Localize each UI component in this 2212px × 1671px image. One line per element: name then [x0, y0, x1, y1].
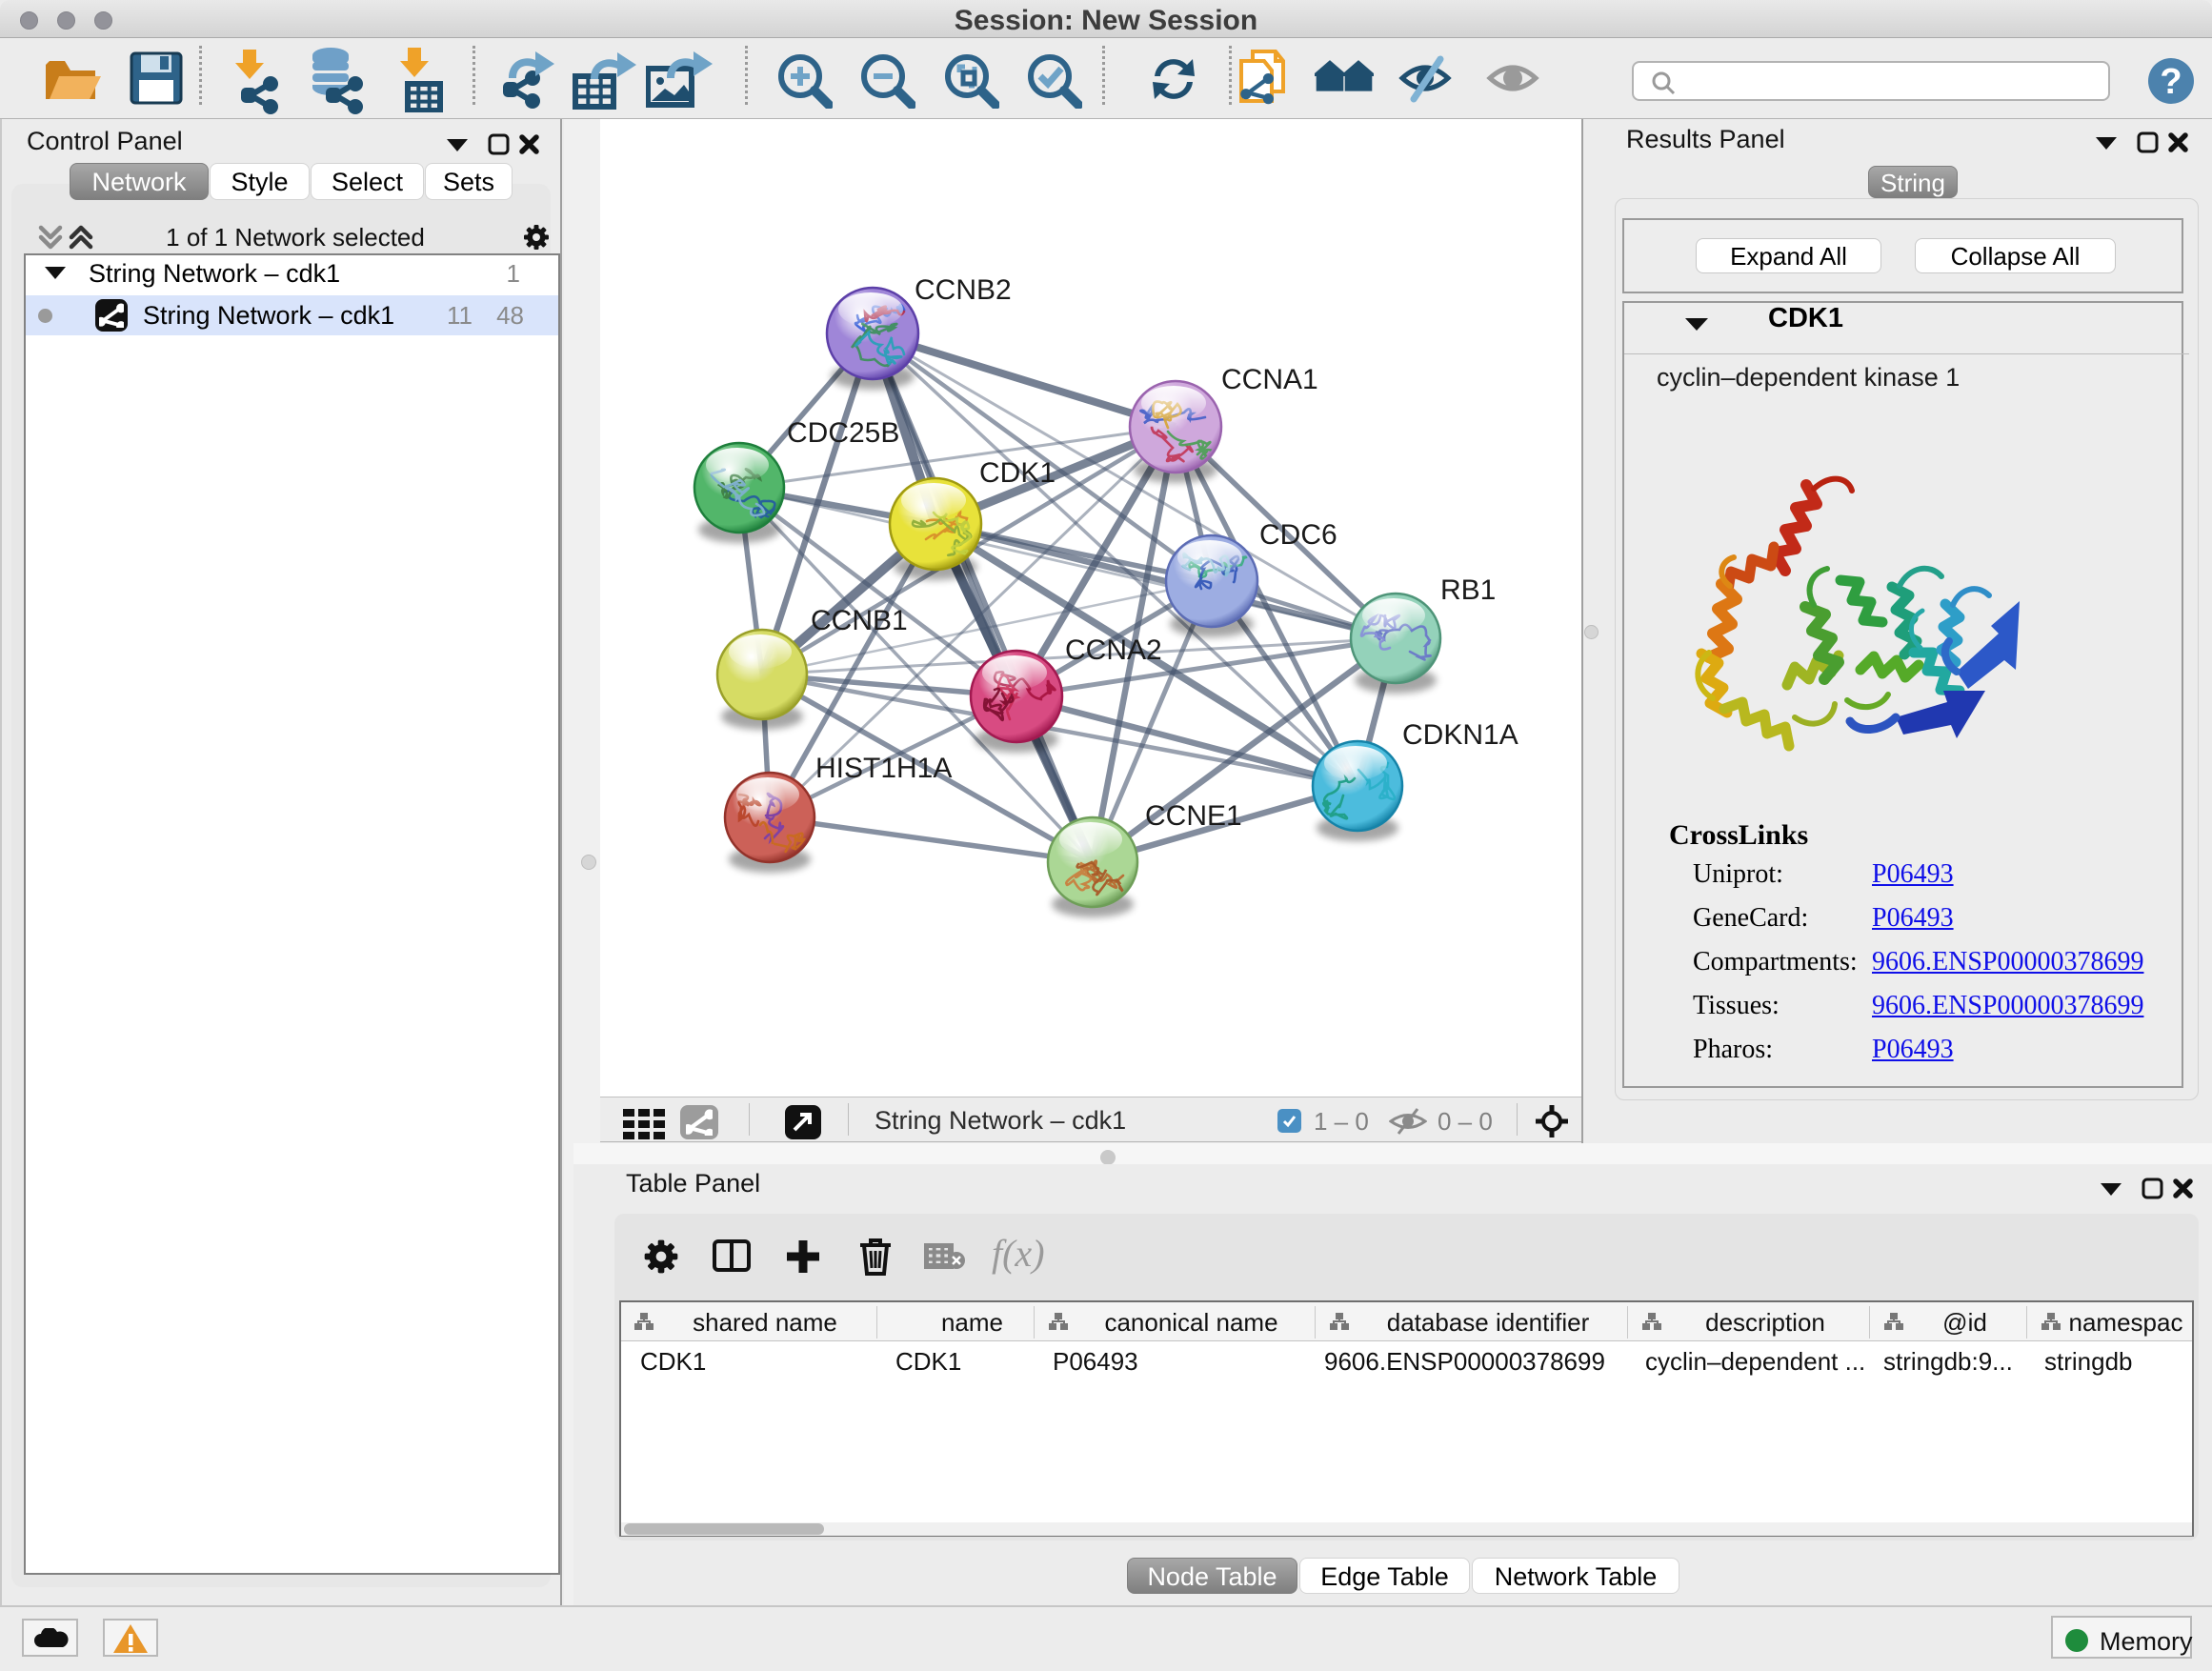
svg-text:CDK1: CDK1: [979, 457, 1056, 489]
svg-text:CDC6: CDC6: [1259, 519, 1337, 551]
svg-text:CDC25B: CDC25B: [787, 417, 899, 449]
svg-text:CCNB1: CCNB1: [811, 605, 908, 636]
svg-text:?: ?: [2160, 62, 2182, 102]
svg-text:CCNA2: CCNA2: [1065, 634, 1162, 666]
svg-text:RB1: RB1: [1440, 574, 1496, 606]
svg-text:CCNB2: CCNB2: [915, 274, 1012, 306]
svg-text:CCNE1: CCNE1: [1145, 800, 1242, 832]
svg-text:CCNA1: CCNA1: [1221, 364, 1318, 395]
svg-text:CDKN1A: CDKN1A: [1402, 719, 1518, 751]
svg-text:HIST1H1A: HIST1H1A: [815, 753, 952, 784]
